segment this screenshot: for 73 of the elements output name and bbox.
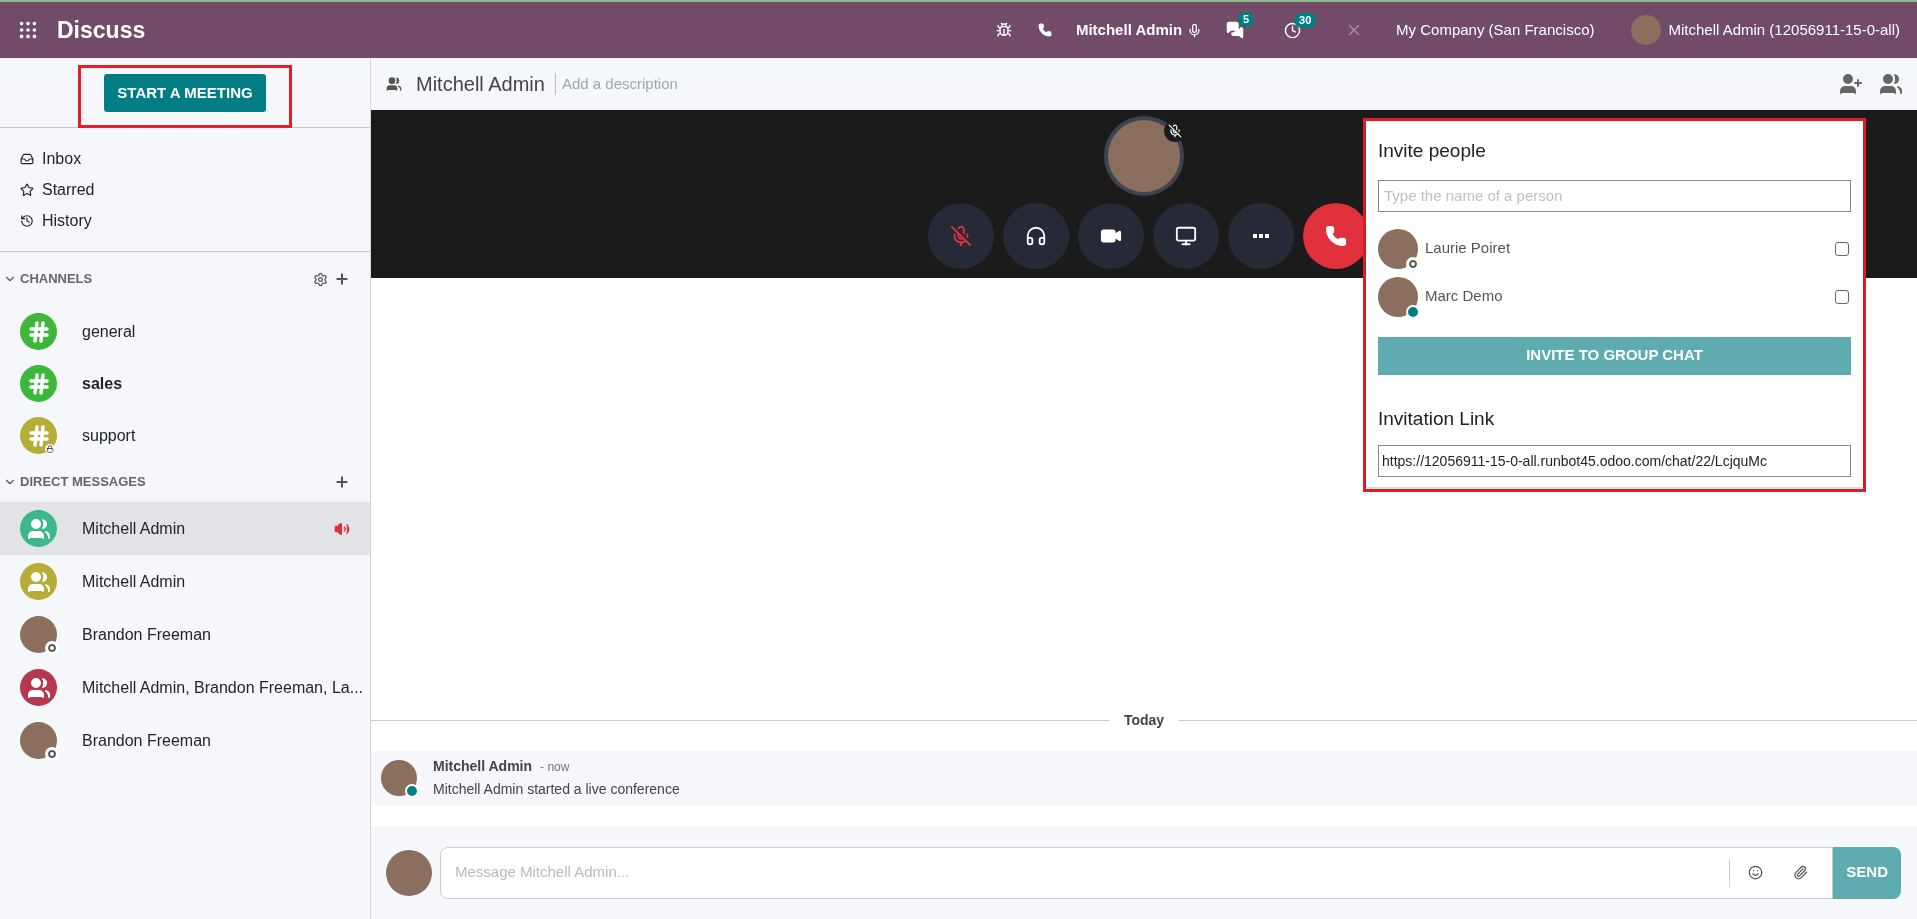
mailbox-link[interactable]: Starred xyxy=(42,177,95,202)
hash-icon xyxy=(26,319,51,344)
conversation-name: Mitchell Admin xyxy=(82,518,186,539)
group-icon xyxy=(386,76,402,92)
notification-badge: 5 xyxy=(1238,12,1255,27)
mailbox-link[interactable]: Inbox xyxy=(42,146,82,171)
people-icon xyxy=(26,516,51,541)
emoji-icon[interactable] xyxy=(1748,865,1764,880)
conversation-item[interactable]: Mitchell Admin xyxy=(0,555,370,608)
microphone-muted-icon xyxy=(949,225,972,247)
checkbox[interactable] xyxy=(1835,289,1849,304)
section-heading[interactable]: DIRECT MESSAGES xyxy=(20,472,146,492)
composer-placeholder: Message Mitchell Admin... xyxy=(455,862,630,883)
mailbox-link[interactable]: History xyxy=(42,208,92,233)
add-icon[interactable] xyxy=(334,474,350,490)
phone-icon xyxy=(1324,225,1347,247)
section-title: Invitation Link xyxy=(1378,406,1496,431)
add-icon[interactable] xyxy=(334,271,350,287)
add-user-icon[interactable] xyxy=(1839,72,1863,96)
checkbox[interactable] xyxy=(1835,241,1849,256)
message-author: Mitchell Admin xyxy=(433,757,533,776)
bug-icon[interactable] xyxy=(995,22,1012,38)
chat-icon[interactable] xyxy=(1226,21,1245,39)
more-icon xyxy=(1252,234,1269,238)
date-separator: Today xyxy=(1122,711,1166,730)
members-icon[interactable] xyxy=(1879,72,1903,96)
history-icon xyxy=(20,213,34,228)
conversation-name: Mitchell Admin, Brandon Freeman, La... xyxy=(82,677,364,698)
channel-name[interactable]: general xyxy=(82,319,136,344)
channel-name[interactable]: support xyxy=(82,423,136,448)
hash-icon xyxy=(26,371,51,396)
headphones-icon xyxy=(1024,225,1047,247)
person-avatar xyxy=(20,722,57,759)
person-avatar xyxy=(1378,276,1418,317)
channel-name[interactable]: sales xyxy=(82,371,123,396)
person-avatar xyxy=(20,616,57,653)
message-time: - now xyxy=(540,759,570,776)
people-icon xyxy=(26,569,51,594)
conversation-name: Brandon Freeman xyxy=(82,624,211,645)
message-body: Mitchell Admin started a live conference xyxy=(433,780,680,799)
person-search-field[interactable]: Type the name of a person xyxy=(1378,179,1851,212)
attachment-icon[interactable] xyxy=(1793,865,1809,880)
author-avatar xyxy=(381,760,417,796)
start-meeting-button[interactable]: START A MEETING xyxy=(104,74,266,112)
inbox-icon xyxy=(20,151,34,166)
person-name: Laurie Poiret xyxy=(1425,238,1511,259)
thread-title: Mitchell Admin xyxy=(416,72,545,97)
person-avatar xyxy=(1378,228,1418,269)
conversation-item[interactable]: Mitchell Admin xyxy=(0,502,370,555)
notification-badge: 30 xyxy=(1294,12,1317,28)
user-status: Mitchell Admin xyxy=(1075,19,1183,40)
settings-icon[interactable] xyxy=(313,271,328,287)
invitation-link-field[interactable]: https://12056911-15-0-all.runbot45.odoo.com/chat/22/LcjquMc xyxy=(1378,445,1851,477)
hash-icon xyxy=(26,423,51,448)
user-avatar xyxy=(386,849,432,896)
conversation-name: Brandon Freeman xyxy=(82,730,211,751)
starred-icon xyxy=(20,182,34,197)
conversation-item[interactable]: Brandon Freeman xyxy=(0,608,370,661)
person-name: Marc Demo xyxy=(1425,286,1503,307)
microphone-icon[interactable] xyxy=(1187,22,1203,38)
monitor-icon xyxy=(1174,225,1197,247)
user-avatar xyxy=(1631,15,1662,45)
company-switcher[interactable]: My Company (San Francisco) xyxy=(1396,18,1595,42)
panel-title: Invite people xyxy=(1378,139,1487,163)
phone-icon[interactable] xyxy=(1037,23,1052,37)
conversation-item[interactable]: Brandon Freeman xyxy=(0,714,370,767)
user-menu[interactable]: Mitchell Admin (12056911-15-0-all) xyxy=(1668,18,1900,42)
conversation-item[interactable]: Mitchell Admin, Brandon Freeman, La... xyxy=(0,661,370,714)
app-title: Discuss xyxy=(57,15,146,45)
people-icon xyxy=(26,675,51,700)
section-heading[interactable]: CHANNELS xyxy=(20,269,93,289)
apps-menu-icon[interactable] xyxy=(17,19,39,41)
conversation-name: Mitchell Admin xyxy=(82,571,186,592)
